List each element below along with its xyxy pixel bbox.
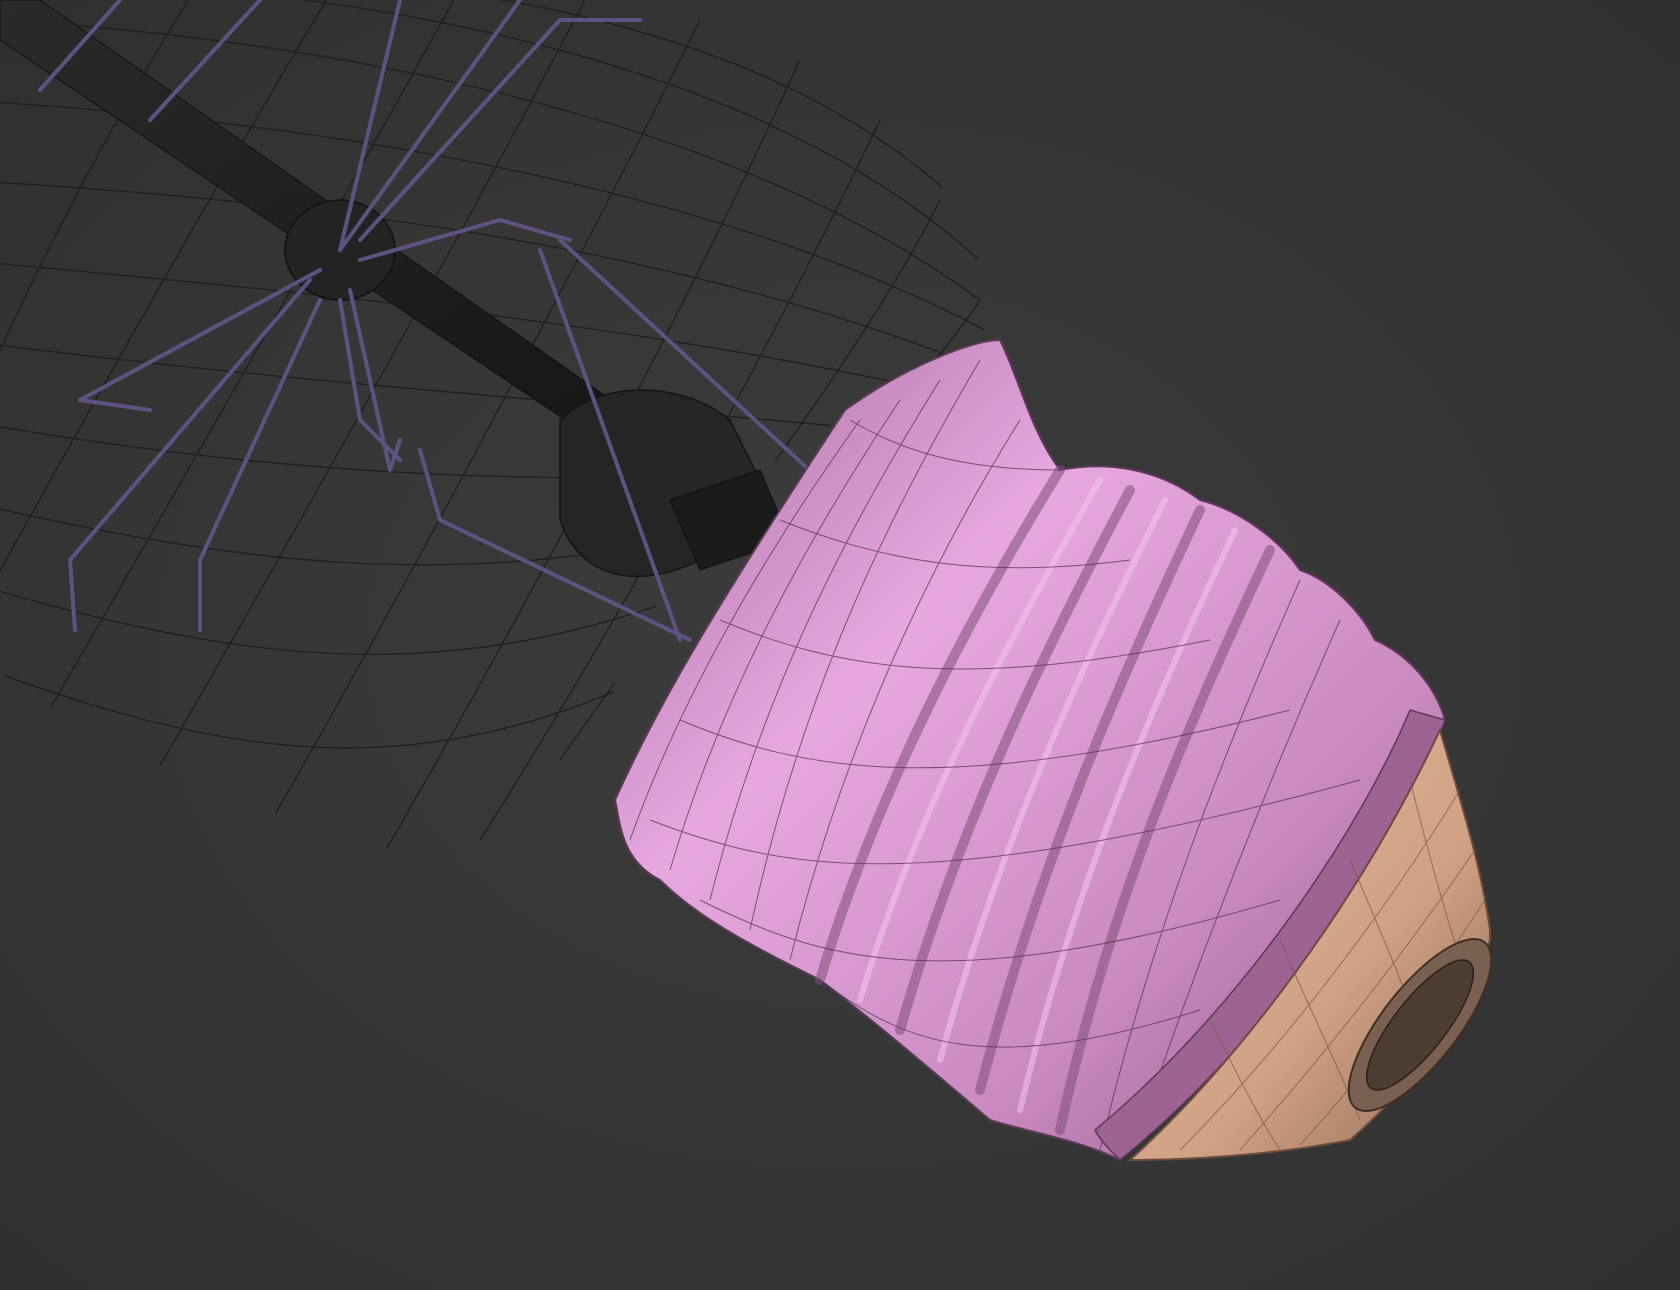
bulb-model-render [0, 0, 1493, 1162]
stem-wireframe [0, 0, 791, 578]
3d-viewport[interactable] [0, 0, 1680, 1290]
